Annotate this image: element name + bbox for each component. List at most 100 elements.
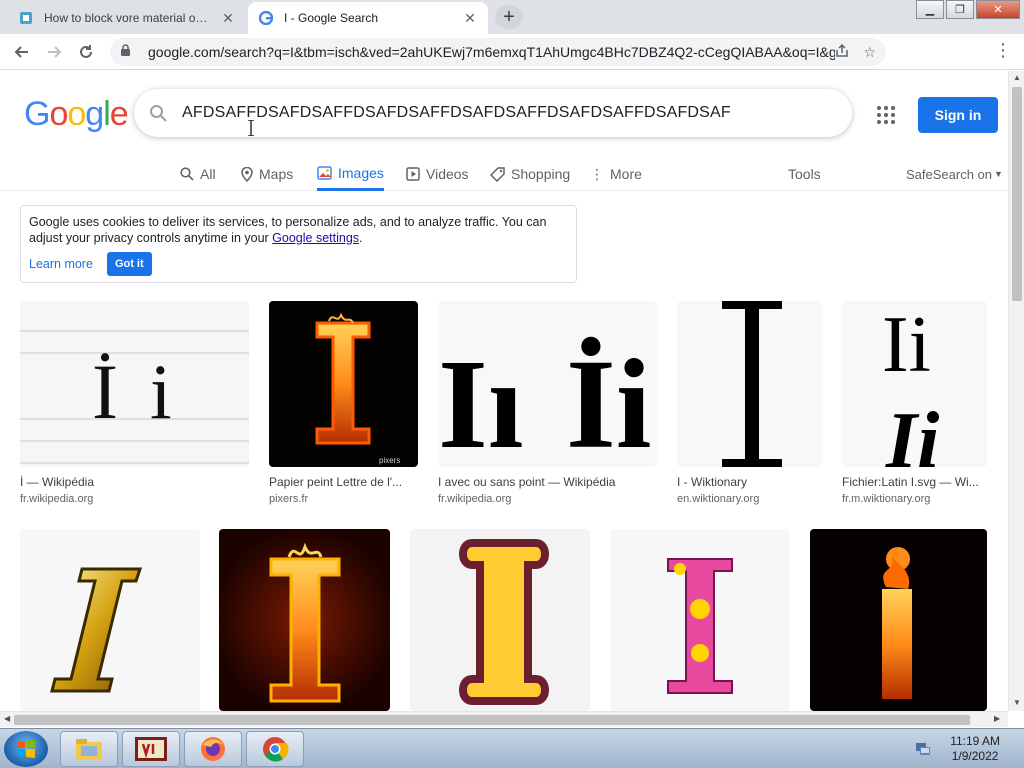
image-result[interactable] [219,529,390,711]
tab-maps[interactable]: Maps [241,157,293,191]
result-thumbnail[interactable] [677,301,822,467]
result-thumbnail[interactable] [610,529,790,711]
result-source[interactable]: fr.wikipedia.org [20,493,249,505]
svg-text:i: i [150,348,172,435]
system-clock[interactable]: 11:19 AM 1/9/2022 [950,734,1000,764]
scroll-right-icon[interactable]: ▶ [994,714,1000,723]
cookie-notice: Google uses cookies to deliver its servi… [20,205,577,283]
reload-icon[interactable] [72,38,100,66]
result-thumbnail[interactable]: Iı İi [438,301,657,467]
result-thumbnail[interactable] [219,529,390,711]
search-icon [180,167,194,181]
result-thumbnail[interactable] [410,529,590,711]
sign-in-button[interactable]: Sign in [918,97,998,133]
search-box[interactable]: AFDSAFFDSAFDSAFFDSAFDSAFFDSAFDSAFFDSAFDS… [134,89,990,137]
result-thumbnail[interactable]: pixers [269,301,418,467]
google-logo[interactable]: Google [24,95,129,134]
scroll-down-icon[interactable]: ▼ [1013,698,1021,707]
svg-text:Ii: Ii [882,301,931,389]
vertical-scroll-thumb[interactable] [1012,87,1022,301]
tab-videos[interactable]: Videos [406,157,469,191]
new-tab-button[interactable]: + [495,5,523,29]
tab-label: More [610,166,642,182]
scroll-left-icon[interactable]: ◀ [4,714,10,723]
result-thumbnail[interactable]: İ i [20,301,249,467]
maximize-button[interactable]: ❐ [946,0,974,19]
image-result[interactable]: I - Wiktionary en.wiktionary.org [677,301,822,505]
result-thumbnail[interactable]: Ii Ii [842,301,987,467]
result-thumbnail[interactable] [810,529,987,711]
forward-arrow-icon[interactable] [40,38,68,66]
scroll-up-icon[interactable]: ▲ [1013,73,1021,82]
bookmark-star-icon[interactable]: ☆ [863,44,876,61]
horizontal-scrollbar[interactable]: ◀ ▶ [0,711,1008,727]
tab-label: Maps [259,166,294,182]
search-type-tabs: All Maps Images Videos Shopping ⋮ More T… [0,157,1008,191]
svg-text:Ii: Ii [885,397,939,467]
share-icon[interactable] [835,43,849,61]
close-tab-icon[interactable]: ✕ [462,10,478,26]
firefox-taskbar-icon[interactable] [184,731,242,767]
result-caption[interactable]: Papier peint Lettre de l'... [269,475,418,489]
map-pin-icon [241,166,253,182]
image-result[interactable]: pixers Papier peint Lettre de l'... pixe… [269,301,418,505]
tab-active[interactable]: I - Google Search ✕ [248,2,488,34]
image-result[interactable]: İ i İ — Wikipédia fr.wikipedia.org [20,301,249,505]
tab-images[interactable]: Images [317,157,384,191]
file-explorer-taskbar-icon[interactable] [60,731,118,767]
result-caption[interactable]: I - Wiktionary [677,475,822,489]
image-result[interactable]: Iı İi I avec ou sans point — Wikipédia f… [438,301,657,505]
start-button[interactable] [4,731,48,767]
tab-label: Images [338,164,384,181]
tab-all[interactable]: All [180,157,216,191]
back-arrow-icon[interactable] [8,38,36,66]
minimize-button[interactable]: ▁ [916,0,944,19]
result-caption[interactable]: İ — Wikipédia [20,475,249,489]
image-result[interactable] [20,529,200,711]
tab-shopping[interactable]: Shopping [490,157,570,191]
vertical-scrollbar[interactable]: ▲ ▼ [1008,71,1024,711]
result-source[interactable]: fr.m.wiktionary.org [842,493,987,505]
image-result[interactable] [610,529,790,711]
tab-inactive[interactable]: How to block vore material on m ✕ [8,2,246,34]
url-text: google.com/search?q=I&tbm=isch&ved=2ahUK… [148,44,836,60]
tools-button[interactable]: Tools [788,157,821,191]
image-result[interactable] [410,529,590,711]
google-apps-icon[interactable] [876,105,896,125]
app-taskbar-icon[interactable] [122,731,180,767]
tab-label: Videos [426,166,469,182]
logo-letter: G [24,95,50,133]
svg-text:İ: İ [92,348,118,435]
safesearch-dropdown[interactable]: SafeSearch on ▼ [906,157,1003,191]
result-source[interactable]: en.wiktionary.org [677,493,822,505]
learn-more-link[interactable]: Learn more [29,256,93,272]
close-window-button[interactable]: ✕ [976,0,1020,19]
image-result[interactable] [810,529,987,711]
window-controls: ▁ ❐ ✕ [914,0,1020,19]
search-query-input[interactable]: AFDSAFFDSAFDSAFFDSAFDSAFFDSAFDSAFFDSAFDS… [182,104,852,122]
logo-letter: g [85,95,104,133]
chrome-menu-icon[interactable]: ⋮ [994,40,1012,60]
caret-down-icon: ▼ [994,169,1003,179]
safesearch-label: SafeSearch on [906,166,993,182]
image-result[interactable]: Ii Ii Fichier:Latin I.svg — Wi... fr.m.w… [842,301,987,505]
address-bar[interactable]: google.com/search?q=I&tbm=isch&ved=2ahUK… [110,38,886,66]
search-results-page: Google AFDSAFFDSAFDSAFFDSAFDSAFFDSAFDSAF… [0,71,1008,711]
logo-letter: o [67,95,86,133]
google-settings-link[interactable]: Google settings [272,231,359,245]
close-tab-icon[interactable]: ✕ [220,10,236,26]
result-caption[interactable]: I avec ou sans point — Wikipédia [438,475,657,489]
got-it-button[interactable]: Got it [106,252,152,276]
result-caption[interactable]: Fichier:Latin I.svg — Wi... [842,475,987,489]
result-thumbnail[interactable] [20,529,200,711]
pixers-watermark: pixers [379,456,400,465]
result-source[interactable]: fr.wikipedia.org [438,493,657,505]
result-source[interactable]: pixers.fr [269,493,418,505]
svg-text:İi: İi [566,333,651,467]
text-cursor-icon [248,119,254,137]
network-tray-icon[interactable] [914,739,932,757]
taskbar: 11:19 AM 1/9/2022 [0,728,1024,768]
horizontal-scroll-thumb[interactable] [14,715,970,725]
chrome-taskbar-icon[interactable] [246,731,304,767]
tab-more[interactable]: ⋮ More [590,157,642,191]
